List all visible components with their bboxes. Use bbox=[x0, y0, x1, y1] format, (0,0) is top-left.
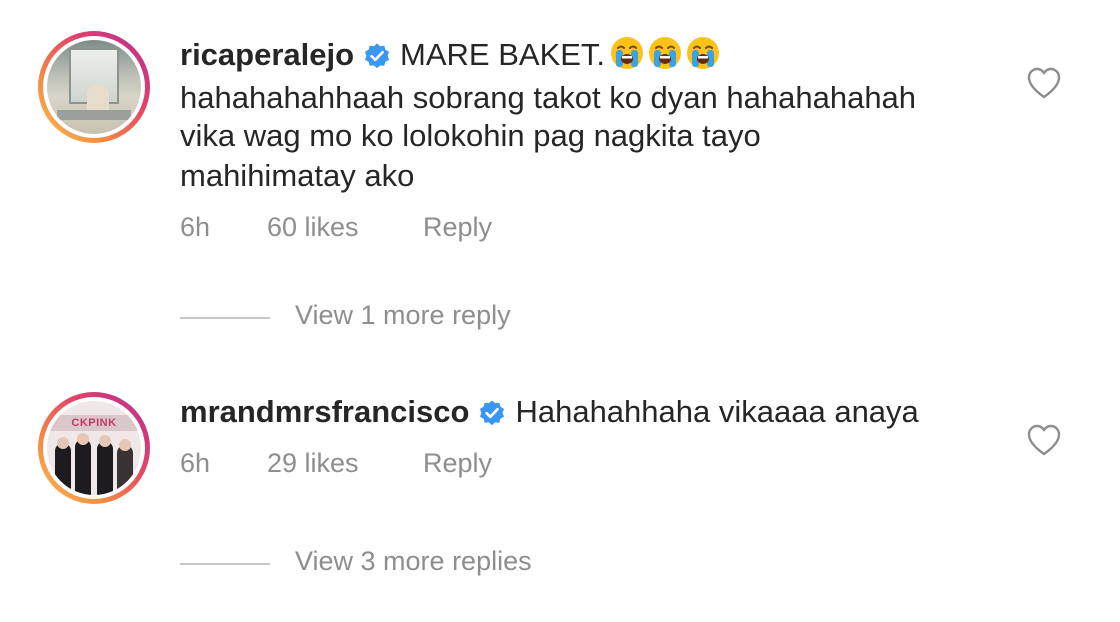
verified-badge-icon bbox=[478, 398, 506, 436]
loudly-crying-face-icon bbox=[609, 35, 645, 80]
comment-first-line: ricaperalejo MARE BAKET. bbox=[180, 35, 723, 80]
heart-outline-icon[interactable] bbox=[1026, 66, 1062, 105]
loudly-crying-face-icon bbox=[685, 35, 721, 80]
comment-time: 6h bbox=[180, 212, 211, 242]
avatar-banner-text: CKPINK bbox=[47, 415, 141, 431]
comment-text: mahihimatay ako bbox=[180, 158, 415, 193]
avatar[interactable]: CKPINK bbox=[38, 392, 150, 504]
comment-text: vika wag mo ko lolokohin pag nagkita tay… bbox=[180, 118, 761, 153]
comment-item: CKPINK mrandmrsfrancisco Hahahahhaha vik… bbox=[0, 380, 1120, 620]
comment-text: MARE BAKET. bbox=[400, 37, 606, 72]
heart-outline-icon[interactable] bbox=[1026, 423, 1062, 462]
reply-button[interactable]: Reply bbox=[423, 212, 492, 243]
reply-button[interactable]: Reply bbox=[423, 448, 492, 479]
username[interactable]: mrandmrsfrancisco bbox=[180, 394, 469, 429]
avatar-photo: CKPINK bbox=[47, 401, 141, 495]
replies-divider bbox=[180, 317, 270, 319]
view-replies-label: View 3 more replies bbox=[295, 546, 532, 576]
view-replies-label: View 1 more reply bbox=[295, 300, 511, 330]
crying-face-emojis bbox=[609, 35, 723, 80]
comment-time: 6h bbox=[180, 448, 211, 478]
loudly-crying-face-icon bbox=[647, 35, 683, 80]
verified-badge-icon bbox=[363, 41, 391, 79]
comment-text: Hahahahhaha vikaaaa anaya bbox=[515, 394, 919, 429]
replies-divider bbox=[180, 563, 270, 565]
comment-item: ricaperalejo MARE BAKET. hahahahahhaah s… bbox=[0, 0, 1120, 345]
likes-count[interactable]: 60 likes bbox=[267, 212, 359, 243]
likes-count[interactable]: 29 likes bbox=[267, 448, 359, 479]
avatar-photo bbox=[47, 40, 141, 134]
avatar[interactable] bbox=[38, 31, 150, 143]
comment-first-line: mrandmrsfrancisco Hahahahhaha vikaaaa an… bbox=[180, 393, 919, 436]
username[interactable]: ricaperalejo bbox=[180, 37, 354, 72]
comment-text: hahahahahhaah sobrang takot ko dyan haha… bbox=[180, 80, 917, 115]
